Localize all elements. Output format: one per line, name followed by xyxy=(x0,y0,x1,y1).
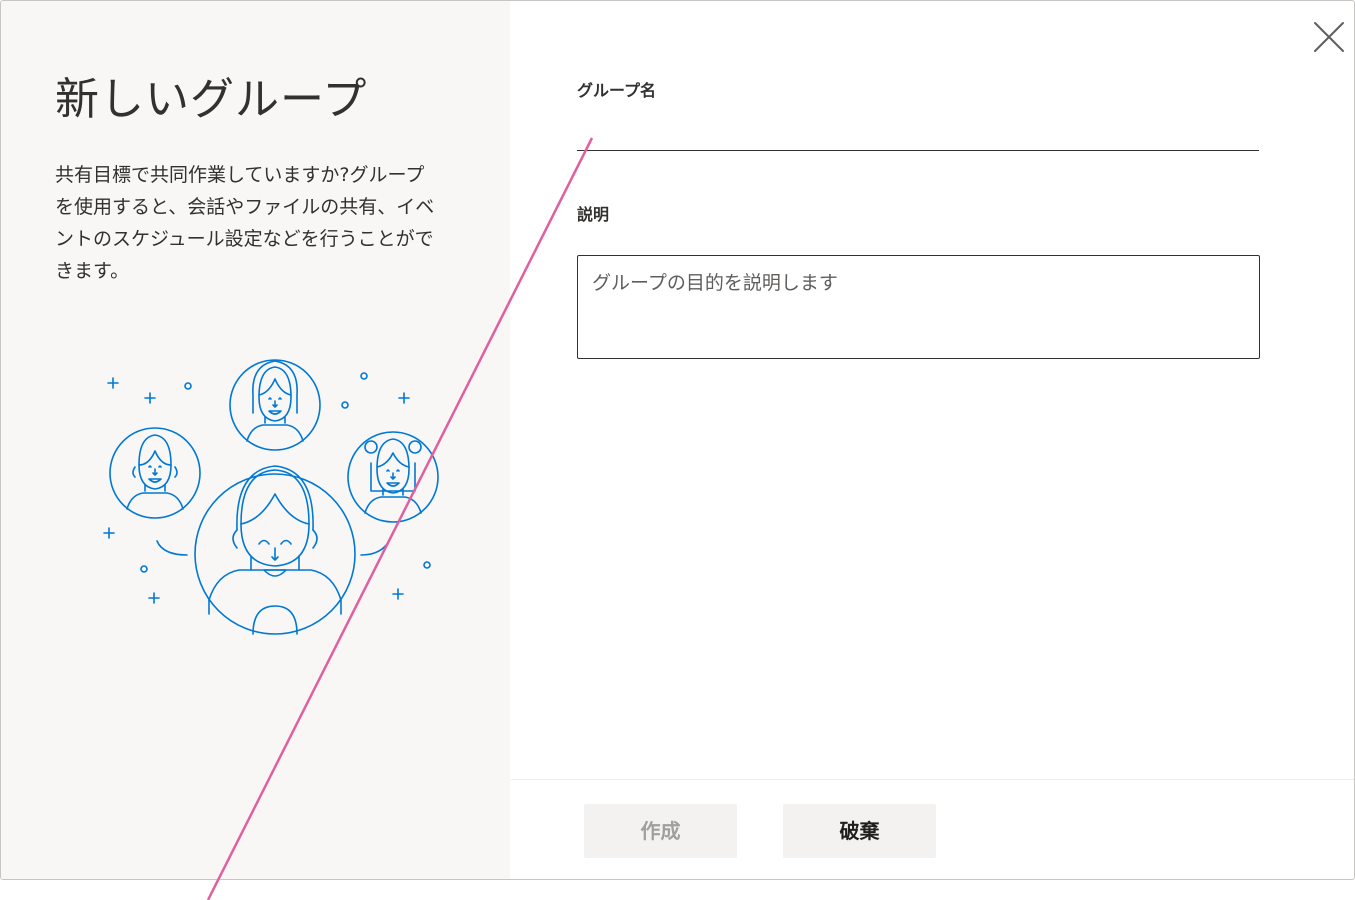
create-button[interactable]: 作成 xyxy=(584,804,737,858)
dialog-title: 新しいグループ xyxy=(55,74,368,125)
person-right xyxy=(347,431,439,523)
close-icon[interactable] xyxy=(1311,19,1347,55)
person-left xyxy=(109,427,201,519)
discard-button[interactable]: 破棄 xyxy=(783,804,936,858)
footer-divider xyxy=(511,779,1354,780)
description-input[interactable] xyxy=(577,255,1260,359)
description-label: 説明 xyxy=(577,205,610,224)
dialog-description: 共有目標で共同作業していますか?グループを使用すると、会話やファイルの共有、イベ… xyxy=(55,164,435,282)
group-name-label: グループ名 xyxy=(577,81,657,100)
new-group-dialog: 新しいグループ 共有目標で共同作業していますか?グループを使用すると、会話やファ… xyxy=(0,0,1355,880)
dialog-info-panel: 新しいグループ 共有目標で共同作業していますか?グループを使用すると、会話やファ… xyxy=(1,1,510,879)
person-main xyxy=(194,465,356,635)
people-group-illustration xyxy=(103,359,439,635)
group-name-input[interactable] xyxy=(577,109,1259,151)
person-top xyxy=(229,359,321,451)
